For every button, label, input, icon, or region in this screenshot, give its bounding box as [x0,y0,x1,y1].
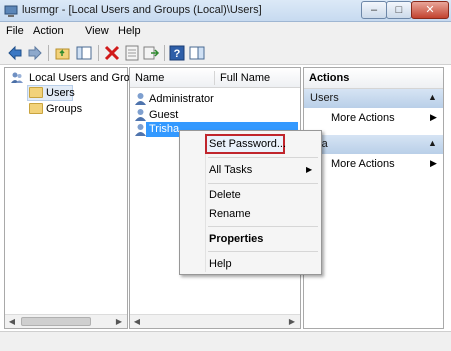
context-item-delete[interactable]: Delete [180,185,321,205]
submenu-arrow-icon: ▶ [306,165,313,174]
context-item-set-password[interactable]: Set Password... [180,134,321,154]
menu-bar: File Action View Help [0,22,451,41]
user-row-administrator[interactable]: Administrator [149,93,214,105]
context-separator [208,251,318,252]
back-arrow-icon[interactable] [6,44,24,62]
delete-icon[interactable] [103,44,121,62]
forward-arrow-icon[interactable] [26,44,44,62]
scroll-left-arrow-icon[interactable]: ◀ [5,315,19,329]
toolbar-separator [48,45,49,61]
scroll-left-arrow-icon[interactable]: ◀ [130,315,144,329]
action-pane-icon[interactable] [188,44,206,62]
context-separator [208,183,318,184]
actions-section-title: Users [310,92,339,104]
user-icon [135,109,146,121]
more-actions-link[interactable]: More Actions [331,112,395,124]
show-hide-tree-icon[interactable] [75,44,93,62]
menu-file[interactable]: File [6,25,24,37]
list-horizontal-scrollbar[interactable]: ◀ ▶ [130,314,300,328]
actions-section-trisha[interactable]: sha [304,135,443,154]
tree-root-item[interactable]: Local Users and Grou [29,72,136,84]
menu-view[interactable]: View [85,25,109,37]
user-icon [135,124,146,136]
maximize-button[interactable]: □ [386,1,412,19]
context-item-rename[interactable]: Rename [180,204,321,224]
help-icon[interactable]: ? [168,44,186,62]
menu-help[interactable]: Help [118,25,141,37]
toolbar-separator [98,45,99,61]
toolbar: ? [0,41,451,65]
more-actions-link[interactable]: More Actions [331,158,395,170]
context-menu: Set Password... All Tasks ▶ Delete Renam… [179,130,322,275]
scroll-thumb[interactable] [21,317,91,326]
actions-pane: Actions Users ▲ More Actions ▶ sha ▲ Mor… [303,67,444,329]
actions-section-users[interactable]: Users [304,89,443,108]
context-item-help[interactable]: Help [180,254,321,274]
context-separator [208,226,318,227]
collapse-up-icon[interactable]: ▲ [428,92,437,102]
submenu-arrow-icon: ▶ [430,112,437,122]
column-divider [214,71,215,85]
close-button[interactable]: ✕ [411,1,449,19]
user-row-trisha[interactable]: Trisha [149,123,179,135]
properties-icon[interactable] [123,44,141,62]
minimize-button[interactable]: – [361,1,387,19]
console-tree-pane: Local Users and Grou Users Groups ◀ ▶ [4,67,136,329]
column-header-full-name[interactable]: Full Name [220,68,298,88]
column-header-name[interactable]: Name [135,68,215,88]
title-bar[interactable]: lusrmgr - [Local Users and Groups (Local… [0,0,451,22]
user-icon [135,93,146,105]
scroll-right-arrow-icon[interactable]: ▶ [285,315,299,329]
export-list-icon[interactable] [142,44,160,62]
tree-horizontal-scrollbar[interactable]: ◀ ▶ [5,314,127,328]
tree-item-groups[interactable]: Groups [46,103,82,115]
tree-item-users[interactable]: Users [46,87,75,99]
submenu-arrow-icon: ▶ [430,158,437,168]
up-folder-icon[interactable] [54,44,72,62]
svg-text:?: ? [174,48,181,60]
local-users-groups-icon [11,72,23,83]
menu-action[interactable]: Action [33,25,64,37]
collapse-up-icon[interactable]: ▲ [428,138,437,148]
window-title: lusrmgr - [Local Users and Groups (Local… [22,4,262,16]
scroll-right-arrow-icon[interactable]: ▶ [112,315,126,329]
context-item-all-tasks[interactable]: All Tasks [180,160,321,180]
computer-management-icon [4,5,18,17]
toolbar-separator [164,45,165,61]
status-bar [0,331,451,351]
actions-header: Actions [304,68,443,89]
folder-icon [29,87,43,98]
context-item-properties[interactable]: Properties [180,229,321,249]
user-row-guest[interactable]: Guest [149,109,178,121]
folder-icon [29,103,43,114]
context-separator [208,157,318,158]
